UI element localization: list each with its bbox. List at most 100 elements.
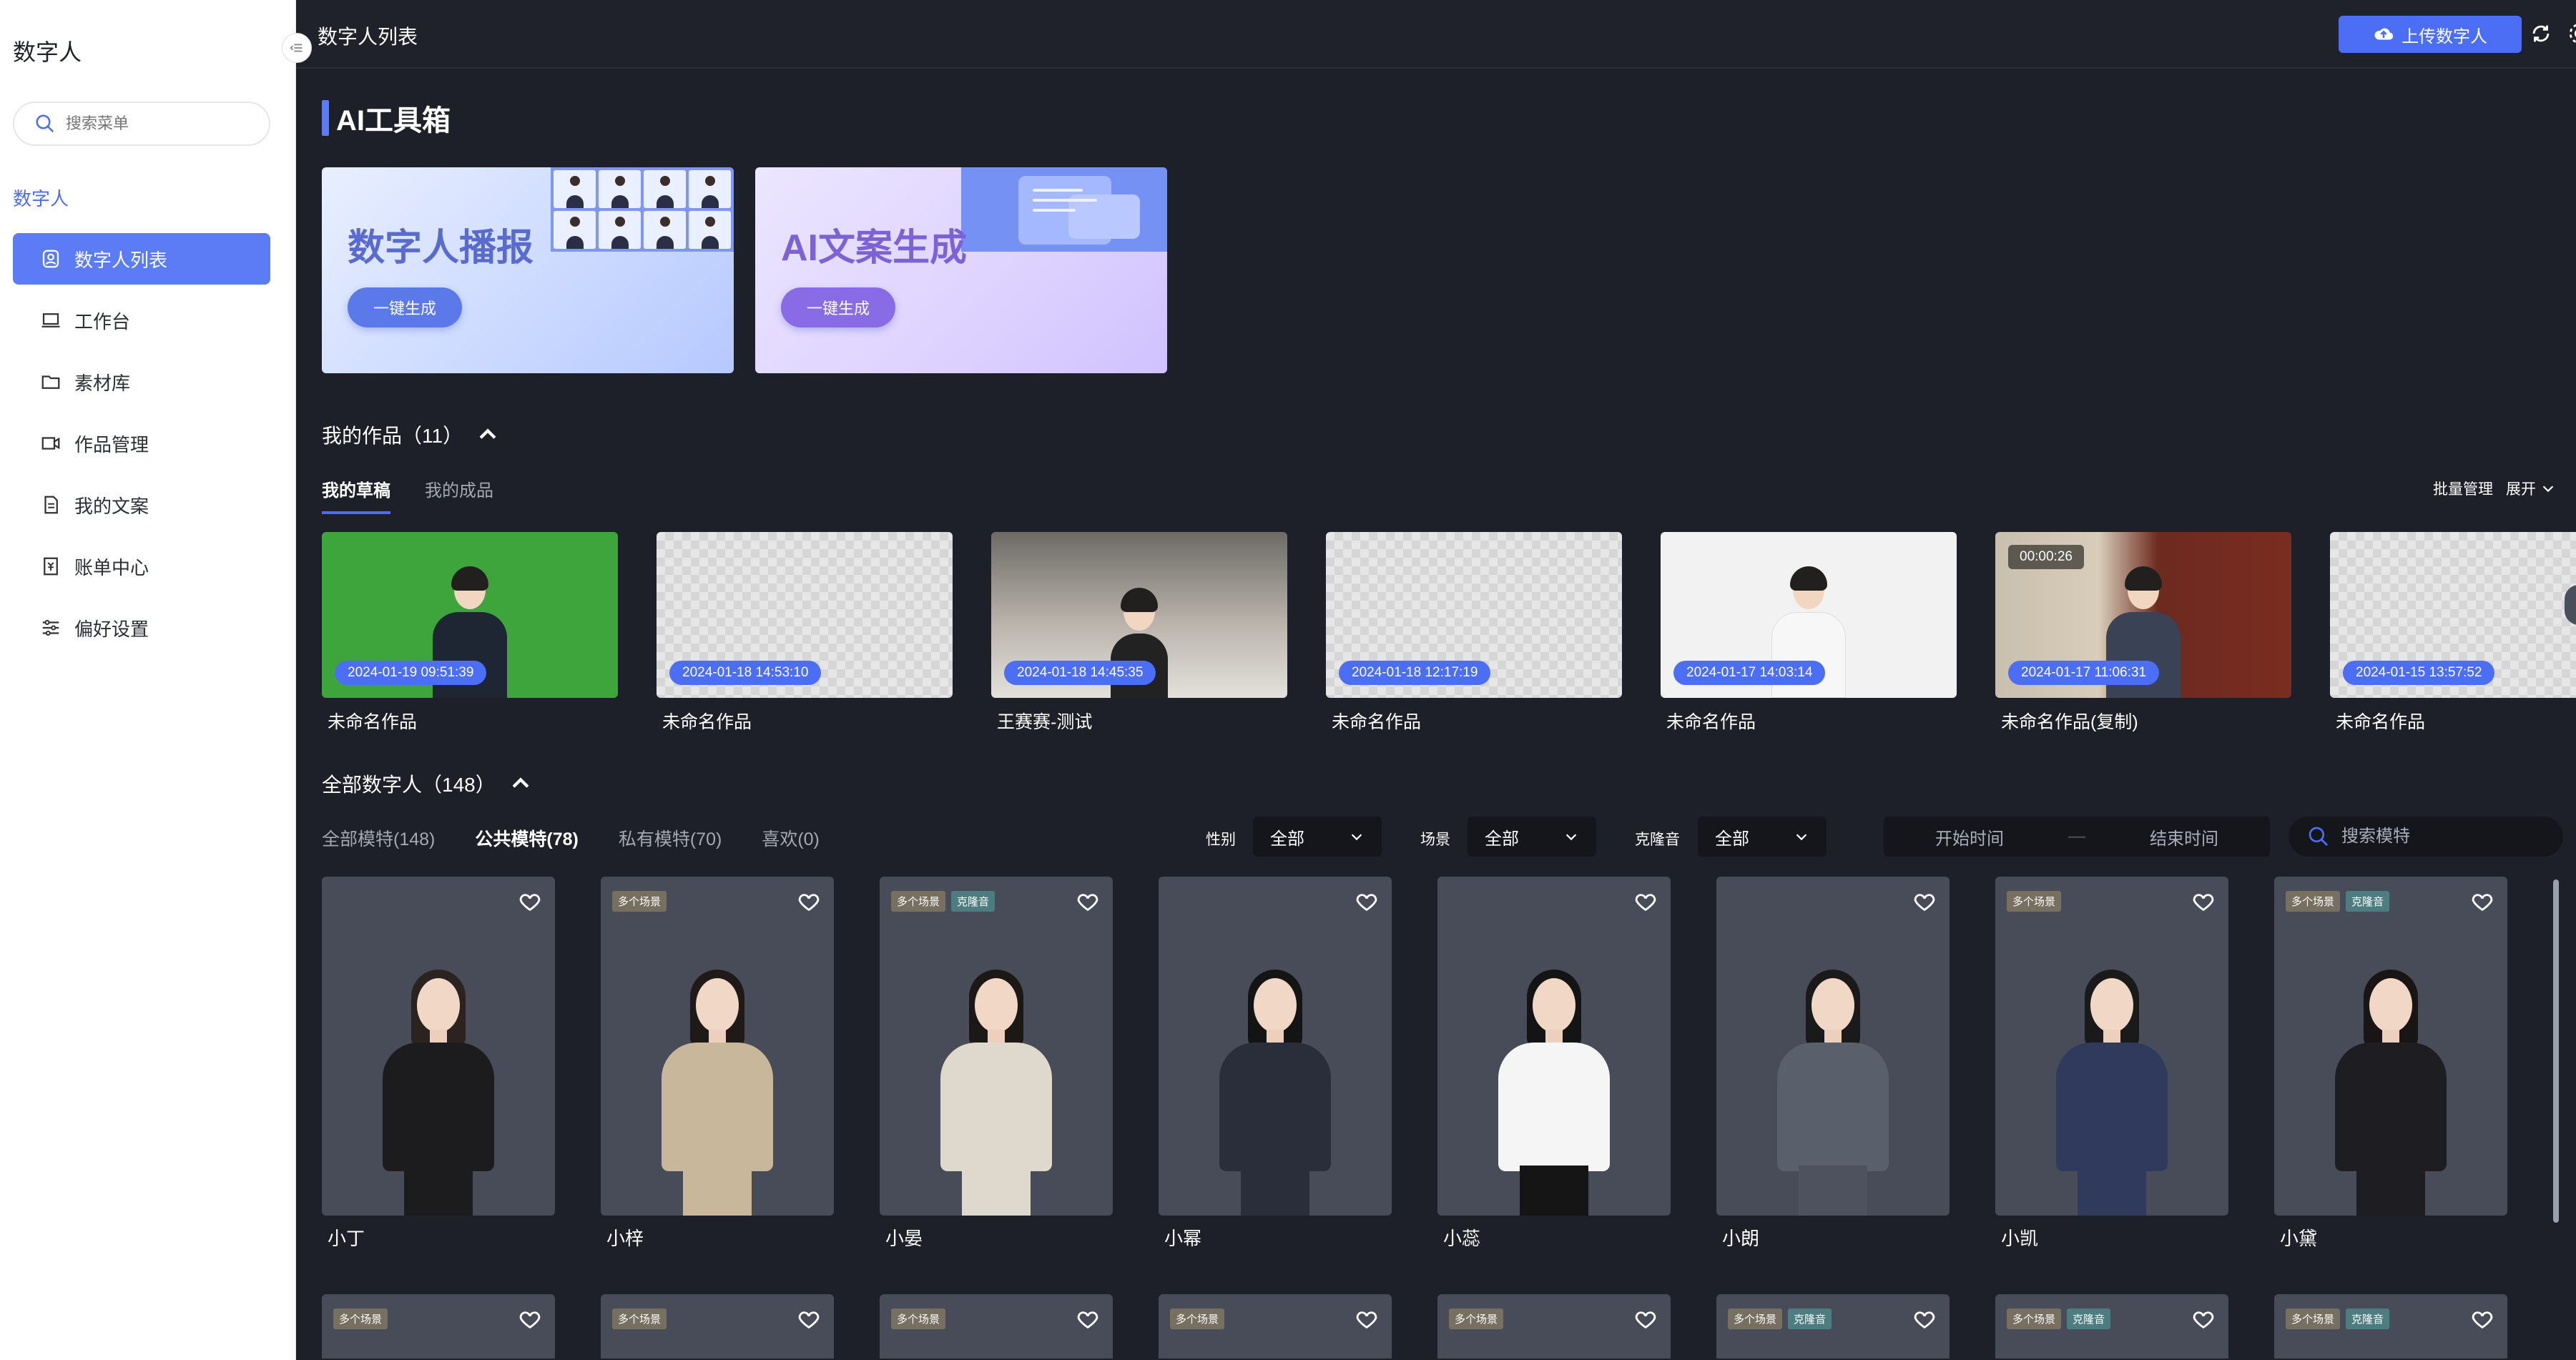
heart-icon[interactable] <box>1355 890 1379 914</box>
tab-my-finished[interactable]: 我的成品 <box>425 476 493 514</box>
gender-filter-select[interactable]: 全部 <box>1253 817 1382 857</box>
model-card[interactable]: 小幂 <box>1159 877 1392 1251</box>
tab-all-models[interactable]: 全部模特(148) <box>322 825 435 851</box>
model-card[interactable]: 多个场景 <box>322 1294 555 1359</box>
tab-favorites[interactable]: 喜欢(0) <box>762 825 820 851</box>
model-card[interactable]: 多个场景 小梓 <box>601 877 834 1251</box>
start-time-field[interactable]: 开始时间 <box>1884 824 2055 849</box>
batch-manage-link[interactable]: 批量管理 <box>2433 478 2493 499</box>
heart-icon[interactable] <box>1076 1307 1100 1331</box>
sidebar-item-billing-center[interactable]: 账单中心 <box>13 541 270 592</box>
model-card[interactable]: 多个场景 <box>1437 1294 1671 1359</box>
work-card[interactable]: 2024-01-18 14:53:10 未命名作品 <box>657 532 953 734</box>
sidebar-item-preferences[interactable]: 偏好设置 <box>13 602 270 654</box>
scene-filter-select[interactable]: 全部 <box>1468 817 1596 857</box>
heart-icon[interactable] <box>2191 1307 2216 1331</box>
sidebar-item-label: 工作台 <box>74 310 131 332</box>
work-card[interactable]: 2024-01-19 09:51:39 未命名作品 <box>322 532 618 734</box>
all-digital-humans-header[interactable]: 全部数字人（148） <box>322 769 533 798</box>
model-card[interactable]: 多个场景 <box>1159 1294 1392 1359</box>
sidebar-item-works-management[interactable]: 作品管理 <box>13 418 270 469</box>
model-image: 多个场景 克隆音 <box>880 877 1113 1216</box>
model-card[interactable]: 多个场景 <box>601 1294 834 1359</box>
sidebar-item-material-library[interactable]: 素材库 <box>13 356 270 408</box>
heart-icon[interactable] <box>1076 890 1100 914</box>
tab-private-models[interactable]: 私有模特(70) <box>619 825 722 851</box>
model-search-input[interactable] <box>2341 827 2556 847</box>
tab-public-models[interactable]: 公共模特(78) <box>475 825 578 851</box>
model-search[interactable] <box>2289 817 2563 857</box>
sidebar-collapse-button[interactable] <box>282 33 312 63</box>
heart-icon[interactable] <box>1633 1307 1658 1331</box>
clone-voice-tag: 克隆音 <box>1788 1309 1832 1329</box>
one-click-generate-button[interactable]: 一键生成 <box>348 287 462 327</box>
model-tags: 多个场景 克隆音 <box>891 891 1001 912</box>
heart-icon[interactable] <box>1912 1307 1937 1331</box>
model-card[interactable]: 多个场景 克隆音 <box>1716 1294 1950 1359</box>
model-tags: 多个场景 <box>1449 1309 1509 1329</box>
heart-icon[interactable] <box>797 1307 821 1331</box>
model-image: 多个场景 <box>601 1294 834 1359</box>
digital-human-broadcast-card[interactable]: 数字人播报 一键生成 <box>322 167 734 373</box>
model-card[interactable]: 小朗 <box>1716 877 1950 1251</box>
ai-copywriting-card[interactable]: AI文案生成 一键生成 <box>755 167 1167 373</box>
work-date: 2024-01-17 14:03:14 <box>1673 661 1826 685</box>
heart-icon[interactable] <box>518 890 542 914</box>
model-card[interactable]: 多个场景 克隆音 <box>2274 1294 2507 1359</box>
vertical-scrollbar[interactable] <box>2553 879 2559 1223</box>
model-image: 多个场景 克隆音 <box>2274 877 2507 1216</box>
end-time-field[interactable]: 结束时间 <box>2098 824 2270 849</box>
chevron-up-icon[interactable] <box>476 423 500 447</box>
work-card[interactable]: 2024-01-18 14:45:35 王赛赛-测试 <box>991 532 1287 734</box>
work-card[interactable]: 00:00:26 2024-01-17 11:06:31 未命名作品(复制) <box>1995 532 2291 734</box>
model-card[interactable]: 多个场景 克隆音 小晏 <box>880 877 1113 1251</box>
heart-icon[interactable] <box>518 1307 542 1331</box>
chevron-up-icon[interactable] <box>508 772 533 796</box>
model-image <box>1159 877 1392 1216</box>
model-image: 多个场景 <box>1159 1294 1392 1359</box>
work-card[interactable]: 2024-01-18 12:17:19 未命名作品 <box>1326 532 1622 734</box>
clone-voice-tag: 克隆音 <box>2346 891 2390 912</box>
work-card[interactable]: 2024-01-17 14:03:14 未命名作品 <box>1661 532 1957 734</box>
sidebar-item-digital-human-list[interactable]: 数字人列表 <box>13 233 270 285</box>
one-click-generate-button[interactable]: 一键生成 <box>781 287 895 327</box>
range-separator: — <box>2068 827 2085 846</box>
chevron-down-icon <box>1565 834 1577 841</box>
menu-search[interactable] <box>13 102 270 146</box>
model-card[interactable]: 小蕊 <box>1437 877 1671 1251</box>
heart-icon[interactable] <box>797 890 821 914</box>
model-figure <box>2319 930 2462 1216</box>
heart-icon[interactable] <box>2470 890 2494 914</box>
model-card[interactable]: 多个场景 小凯 <box>1995 877 2228 1251</box>
work-thumbnail: 2024-01-18 12:17:19 <box>1326 532 1622 698</box>
my-works-header[interactable]: 我的作品（11） <box>322 420 500 449</box>
ai-toolbox-title: AI工具箱 <box>322 97 451 139</box>
clone-voice-tag: 克隆音 <box>2067 1309 2111 1329</box>
work-card[interactable]: 2024-01-15 13:57:52 未命名作品 <box>2330 532 2576 734</box>
heart-icon[interactable] <box>2470 1307 2494 1331</box>
card-title: 数字人播报 <box>348 227 534 269</box>
heart-icon[interactable] <box>2191 890 2216 914</box>
tab-my-drafts[interactable]: 我的草稿 <box>322 476 390 514</box>
model-card[interactable]: 多个场景 克隆音 <box>1995 1294 2228 1359</box>
expand-toggle[interactable]: 展开 <box>2506 478 2556 499</box>
gear-icon[interactable] <box>2567 21 2576 46</box>
model-tags: 多个场景 <box>612 1309 672 1329</box>
topbar: 数字人列表 上传数字人 <box>296 0 2576 69</box>
date-range-picker[interactable]: 开始时间 — 结束时间 <box>1884 817 2270 857</box>
sidebar-item-workbench[interactable]: 工作台 <box>13 295 270 346</box>
work-date: 2024-01-18 14:45:35 <box>1004 661 1156 685</box>
model-card[interactable]: 小丁 <box>322 877 555 1251</box>
heart-icon[interactable] <box>1633 890 1658 914</box>
refresh-icon[interactable] <box>2529 21 2553 46</box>
work-duration: 00:00:26 <box>2008 545 2084 569</box>
menu-search-input[interactable] <box>66 114 252 133</box>
heart-icon[interactable] <box>1912 890 1937 914</box>
heart-icon[interactable] <box>1355 1307 1379 1331</box>
clone-voice-filter-select[interactable]: 全部 <box>1698 817 1827 857</box>
upload-digital-human-button[interactable]: 上传数字人 <box>2339 16 2522 53</box>
sidebar-item-my-copywriting[interactable]: 我的文案 <box>13 479 270 531</box>
sidebar-item-label: 偏好设置 <box>74 618 149 640</box>
model-card[interactable]: 多个场景 克隆音 小黛 <box>2274 877 2507 1251</box>
model-card[interactable]: 多个场景 <box>880 1294 1113 1359</box>
